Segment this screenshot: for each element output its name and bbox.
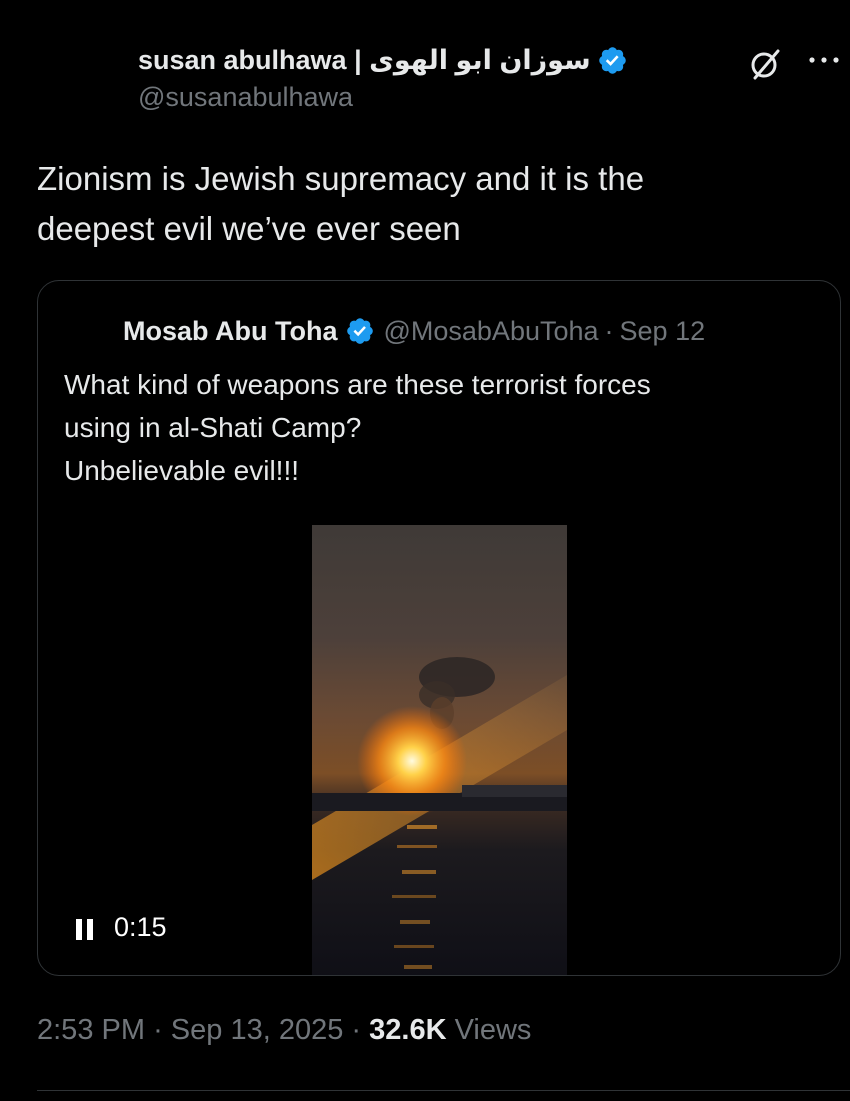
divider: [37, 1090, 850, 1091]
video-timestamp: 0:15: [114, 912, 167, 942]
video-player[interactable]: [312, 525, 567, 975]
tweet-text-line: Zionism is Jewish supremacy and it is th…: [37, 160, 645, 197]
tweet-detail: susan abulhawa | سوزان ابو الهوى @susana…: [0, 0, 850, 1101]
verified-badge-icon: [598, 46, 626, 74]
quoted-text-line: What kind of weapons are these terrorist…: [64, 369, 651, 400]
separator-dot: ·: [604, 315, 614, 346]
tweet-header: susan abulhawa | سوزان ابو الهوى @susana…: [138, 40, 850, 120]
quoted-author-handle: @MosabAbuToha: [383, 315, 599, 346]
grok-icon[interactable]: [746, 44, 786, 84]
author-display-name[interactable]: susan abulhawa | سوزان ابو الهوى: [138, 45, 591, 76]
separator-dot: ·: [351, 1014, 362, 1046]
tweet-text-line: deepest evil we’ve ever seen: [37, 210, 461, 247]
quoted-tweet-header: Mosab Abu Toha @MosabAbuToha · Sep 12: [123, 311, 705, 351]
tweet-text: Zionism is Jewish supremacy and it is th…: [37, 154, 797, 254]
verified-badge-icon: [347, 318, 374, 344]
quoted-tweet-card[interactable]: Mosab Abu Toha @MosabAbuToha · Sep 12 Wh…: [37, 280, 841, 976]
views-count: 32.6K: [369, 1014, 447, 1046]
pause-icon[interactable]: [74, 917, 98, 943]
author-name-row[interactable]: susan abulhawa | سوزان ابو الهوى: [138, 40, 850, 80]
quoted-text-line: Unbelievable evil!!!: [64, 455, 300, 486]
quoted-text-line: using in al-Shati Camp?: [64, 412, 362, 443]
tweet-time[interactable]: 2:53 PM: [37, 1014, 145, 1046]
quoted-tweet-text: What kind of weapons are these terrorist…: [64, 363, 804, 492]
author-handle[interactable]: @susanabulhawa: [138, 82, 850, 113]
quoted-tweet-date: Sep 12: [619, 315, 706, 346]
quoted-author-name: Mosab Abu Toha: [123, 315, 338, 346]
tweet-date[interactable]: Sep 13, 2025: [171, 1014, 344, 1046]
separator-dot: ·: [153, 1014, 163, 1046]
tweet-meta: 2:53 PM · Sep 13, 2025 · 32.6K Views: [37, 1014, 531, 1047]
views-label: Views: [454, 1014, 532, 1046]
video-frame: [312, 657, 567, 969]
more-horizontal-icon[interactable]: [804, 44, 844, 76]
